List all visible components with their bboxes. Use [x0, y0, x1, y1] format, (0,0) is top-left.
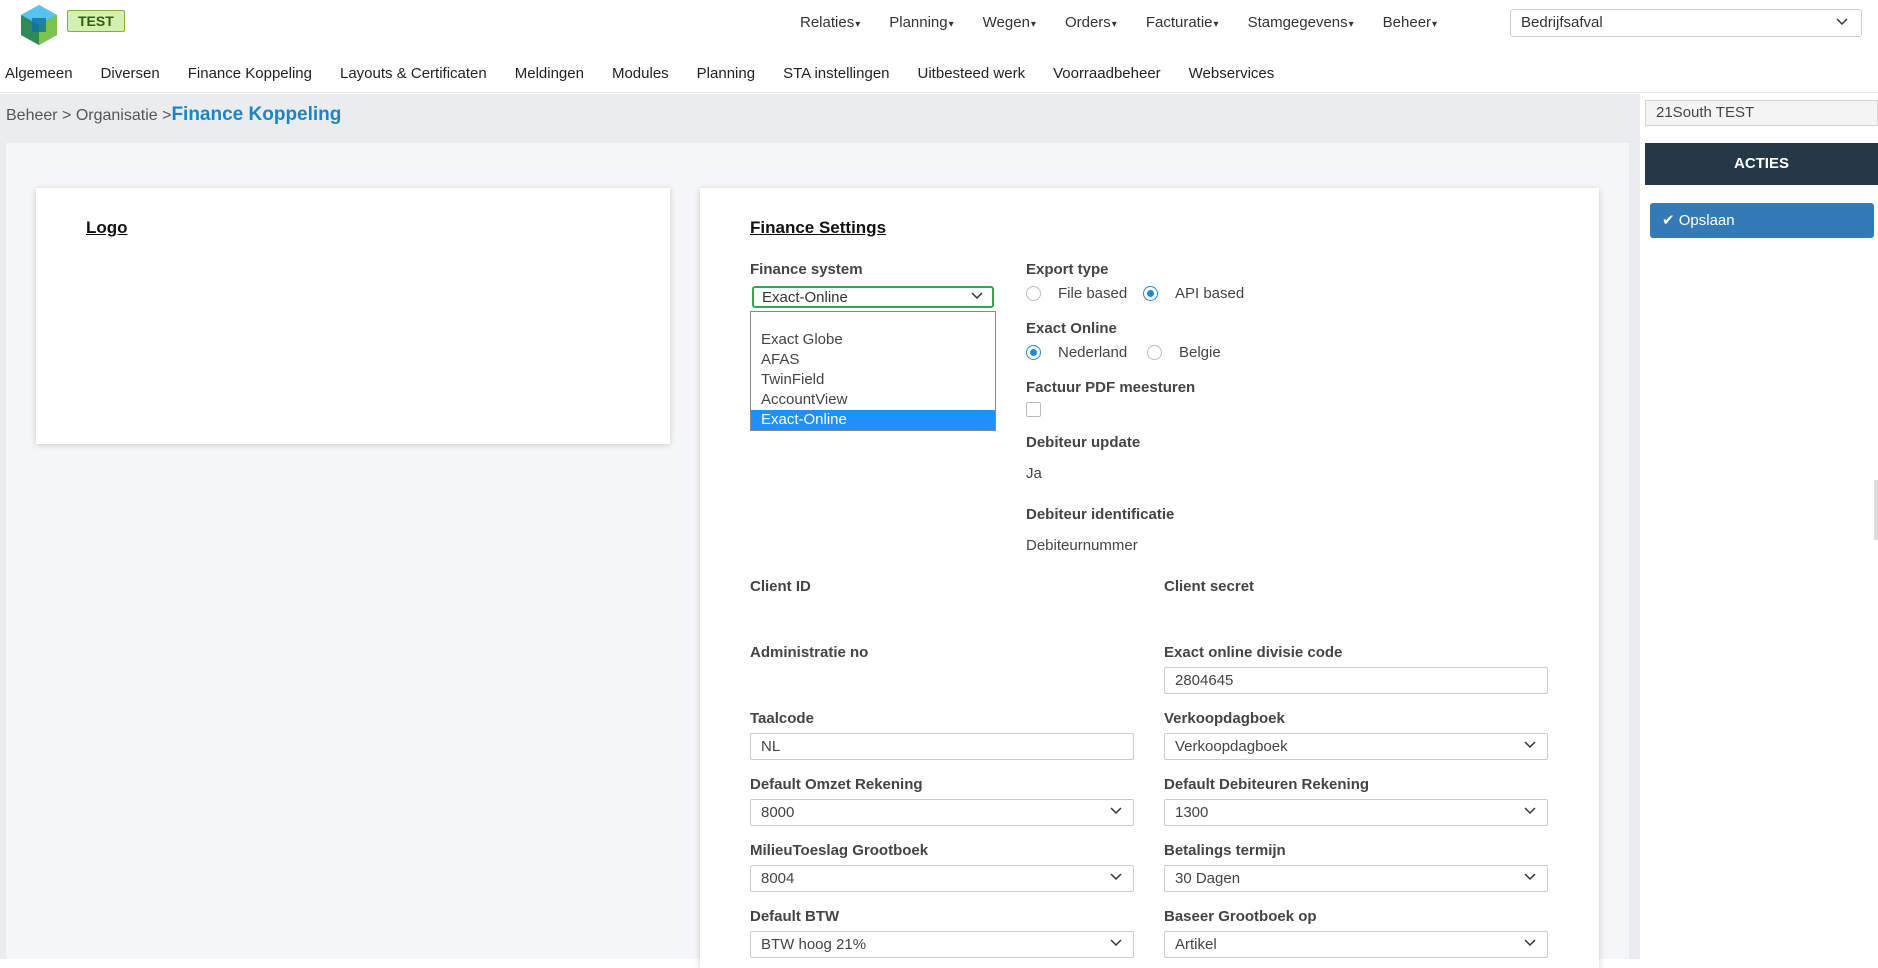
debiteur-update-value: Ja — [1026, 465, 1042, 482]
omzet-rekening-label: Default Omzet Rekening — [750, 776, 923, 793]
menu-stamgegevens[interactable]: Stamgegevens▾ — [1248, 14, 1354, 31]
verkoopdagboek-label: Verkoopdagboek — [1164, 710, 1285, 727]
breadcrumb-path[interactable]: Beheer > Organisatie > — [6, 107, 171, 124]
subnav-voorraadbeheer[interactable]: Voorraadbeheer — [1053, 65, 1161, 82]
chevron-down-icon — [1836, 18, 1848, 26]
subnav-finance-koppeling[interactable]: Finance Koppeling — [188, 65, 312, 82]
finance-system-dropdown: Exact Globe AFAS TwinField AccountView E… — [750, 311, 996, 431]
client-secret-label: Client secret — [1164, 578, 1255, 595]
logo-card: Logo — [36, 188, 670, 444]
administratie-no-label: Administratie no — [750, 644, 869, 661]
check-icon: ✔ — [1662, 212, 1675, 229]
betalings-termijn-select[interactable]: 30 Dagen — [1164, 865, 1548, 892]
company-name-field[interactable]: 21South TEST — [1645, 100, 1878, 126]
menu-planning[interactable]: Planning▾ — [889, 14, 953, 31]
subnav-algemeen[interactable]: Algemeen — [5, 65, 73, 82]
logo-card-title: Logo — [86, 218, 128, 237]
client-id-label: Client ID — [750, 578, 811, 595]
radio-api-based[interactable] — [1143, 286, 1158, 301]
menu-wegen[interactable]: Wegen▾ — [983, 14, 1036, 31]
menu-orders[interactable]: Orders▾ — [1065, 14, 1117, 31]
menu-relaties[interactable]: Relaties▾ — [800, 14, 860, 31]
radio-file-based[interactable] — [1026, 286, 1041, 301]
save-button-label: Opslaan — [1678, 212, 1735, 229]
export-type-label: Export type — [1026, 261, 1109, 278]
breadcrumb: Beheer > Organisatie >Finance Koppeling — [6, 104, 341, 126]
caret-down-icon: ▾ — [855, 19, 861, 30]
radio-nederland[interactable] — [1026, 345, 1041, 360]
dropdown-option-selected[interactable]: Exact-Online — [751, 410, 995, 430]
caret-down-icon: ▾ — [948, 19, 954, 30]
factuur-pdf-checkbox[interactable] — [1026, 402, 1041, 417]
subnav-diversen[interactable]: Diversen — [101, 65, 160, 82]
chevron-down-icon — [1110, 807, 1122, 815]
milieu-toeslag-label: MilieuToeslag Grootboek — [750, 842, 929, 859]
app-logo-icon[interactable] — [20, 4, 58, 46]
debiteuren-rekening-select[interactable]: 1300 — [1164, 799, 1548, 826]
scrollbar[interactable] — [1874, 480, 1878, 540]
menu-beheer[interactable]: Beheer▾ — [1383, 14, 1437, 31]
radio-api-based-label: API based — [1175, 285, 1245, 302]
chevron-down-icon — [1110, 873, 1122, 881]
default-btw-label: Default BTW — [750, 908, 840, 925]
chevron-down-icon — [1524, 807, 1536, 815]
subnav-webservices[interactable]: Webservices — [1189, 65, 1275, 82]
page-title: Finance Koppeling — [171, 104, 342, 125]
caret-down-icon: ▾ — [1111, 19, 1117, 30]
betalings-termijn-label: Betalings termijn — [1164, 842, 1286, 859]
finance-system-label: Finance system — [750, 261, 863, 278]
menu-facturatie[interactable]: Facturatie▾ — [1146, 14, 1219, 31]
dropdown-option[interactable]: AFAS — [751, 350, 995, 370]
caret-down-icon: ▾ — [1213, 19, 1219, 30]
company-select[interactable]: Bedrijfsafval — [1510, 9, 1862, 37]
subnav-meldingen[interactable]: Meldingen — [515, 65, 584, 82]
debiteuren-rekening-label: Default Debiteuren Rekening — [1164, 776, 1370, 793]
subnav-uitbesteed-werk[interactable]: Uitbesteed werk — [918, 65, 1026, 82]
subnav-layouts-certificaten[interactable]: Layouts & Certificaten — [340, 65, 487, 82]
caret-down-icon: ▾ — [1030, 19, 1036, 30]
acties-header: ACTIES — [1645, 143, 1878, 185]
company-select-value: Bedrijfsafval — [1521, 14, 1603, 31]
dropdown-option[interactable]: Exact Globe — [751, 330, 995, 350]
dropdown-option[interactable]: AccountView — [751, 390, 995, 410]
radio-file-based-label: File based — [1058, 285, 1128, 302]
divisie-code-label: Exact online divisie code — [1164, 644, 1343, 661]
dropdown-option[interactable]: TwinField — [751, 370, 995, 390]
finance-system-value: Exact-Online — [762, 289, 848, 306]
verkoopdagboek-select[interactable]: Verkoopdagboek — [1164, 733, 1548, 760]
factuur-pdf-label: Factuur PDF meesturen — [1026, 379, 1196, 396]
chevron-down-icon — [1110, 939, 1122, 947]
sub-nav: Algemeen Diversen Finance Koppeling Layo… — [0, 55, 1878, 93]
debiteur-identificatie-value: Debiteurnummer — [1026, 537, 1138, 554]
exact-online-label: Exact Online — [1026, 320, 1117, 337]
main-menu: Relaties▾ Planning▾ Wegen▾ Orders▾ Factu… — [800, 14, 1466, 31]
chevron-down-icon — [971, 292, 983, 300]
chevron-down-icon — [1524, 741, 1536, 749]
debiteur-identificatie-label: Debiteur identificatie — [1026, 506, 1175, 523]
radio-nederland-label: Nederland — [1058, 344, 1128, 361]
top-bar: TEST Relaties▾ Planning▾ Wegen▾ Orders▾ … — [0, 0, 1878, 52]
save-button[interactable]: ✔ Opslaan — [1650, 203, 1874, 238]
caret-down-icon: ▾ — [1348, 19, 1354, 30]
chevron-down-icon — [1524, 939, 1536, 947]
subnav-planning[interactable]: Planning — [697, 65, 755, 82]
chevron-down-icon — [1524, 873, 1536, 881]
finance-settings-title: Finance Settings — [750, 218, 887, 237]
finance-system-select[interactable]: Exact-Online — [752, 286, 994, 308]
radio-belgie-label: Belgie — [1179, 344, 1221, 361]
environment-badge: TEST — [67, 10, 125, 32]
subnav-sta-instellingen[interactable]: STA instellingen — [783, 65, 889, 82]
divisie-code-input[interactable]: 2804645 — [1164, 667, 1548, 694]
default-btw-select[interactable]: BTW hoog 21% — [750, 931, 1134, 958]
taalcode-input[interactable]: NL — [750, 733, 1134, 760]
baseer-grootboek-label: Baseer Grootboek op — [1164, 908, 1317, 925]
debiteur-update-label: Debiteur update — [1026, 434, 1141, 451]
taalcode-label: Taalcode — [750, 710, 814, 727]
baseer-grootboek-select[interactable]: Artikel — [1164, 931, 1548, 958]
omzet-rekening-select[interactable]: 8000 — [750, 799, 1134, 826]
subnav-modules[interactable]: Modules — [612, 65, 669, 82]
caret-down-icon: ▾ — [1432, 19, 1438, 30]
radio-belgie[interactable] — [1147, 345, 1162, 360]
milieu-toeslag-select[interactable]: 8004 — [750, 865, 1134, 892]
